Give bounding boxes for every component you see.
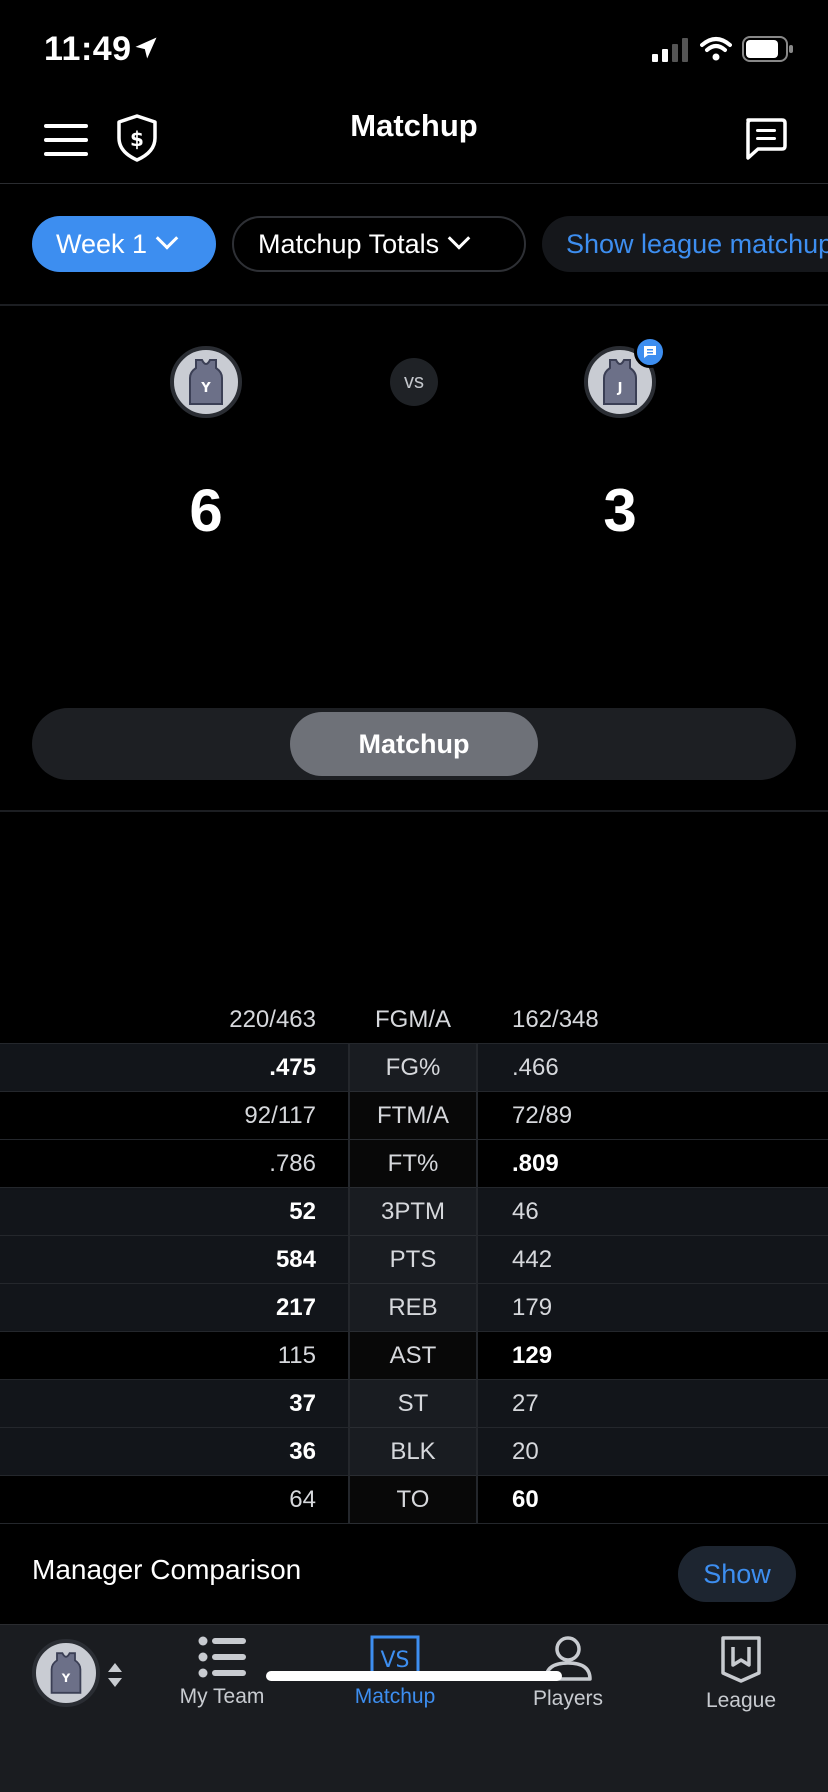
vs-badge: vs	[390, 358, 438, 406]
nav-label: My Team	[179, 1685, 265, 1708]
stat-category: BLK	[348, 1428, 478, 1476]
stat-category: ST	[348, 1380, 478, 1428]
stat-category: FTM/A	[348, 1092, 478, 1140]
stat-row: 92/117 FTM/A 72/89	[0, 1092, 828, 1140]
stat-right-value: .466	[512, 1054, 559, 1081]
manager-comparison: Manager Comparison Show	[0, 1524, 828, 1624]
nav-players[interactable]: Players	[503, 1635, 633, 1735]
stat-right-value: 162/348	[512, 1006, 599, 1033]
stat-right-value: 20	[512, 1438, 539, 1465]
stat-row: 64 TO 60	[0, 1476, 828, 1524]
home-indicator	[266, 1671, 562, 1681]
stat-right-value: 46	[512, 1198, 539, 1225]
stat-right-value: 179	[512, 1294, 553, 1321]
stat-left-value: .475	[269, 1054, 316, 1081]
svg-text:Y: Y	[61, 1671, 71, 1685]
stat-left-value: .786	[269, 1150, 316, 1177]
stat-row: 36 BLK 20	[0, 1428, 828, 1476]
stat-right-value: .809	[512, 1150, 559, 1177]
stat-category: FGM/A	[375, 1006, 451, 1033]
stat-left-value: 584	[275, 1246, 316, 1273]
stat-category: 3PTM	[348, 1188, 478, 1236]
stat-left-value: 115	[277, 1342, 316, 1369]
nav-label: League	[705, 1689, 777, 1712]
top-header: $ Matchup	[0, 100, 828, 184]
stat-row: .475 FG% .466	[0, 1044, 828, 1092]
league-label: Show league matchups	[566, 228, 828, 259]
svg-text:Y: Y	[200, 381, 211, 396]
stat-left-value: 220/463	[229, 1006, 316, 1033]
chat-icon[interactable]	[742, 116, 788, 162]
stat-row: 220/463 FGM/A 162/348	[0, 996, 828, 1044]
stat-category: REB	[348, 1284, 478, 1332]
stat-right-value: 129	[512, 1342, 553, 1369]
stat-left-value: 92/117	[244, 1102, 316, 1129]
scoreboard: Y vs J 6 3 Matchup	[0, 306, 828, 812]
show-league-matchups-button[interactable]: Show league matchups	[542, 216, 828, 272]
week-label: Week 1	[56, 228, 148, 259]
manager-comparison-label: Manager Comparison	[32, 1554, 302, 1585]
nav-league[interactable]: League	[676, 1635, 806, 1735]
stat-row: 52 3PTM 46	[0, 1188, 828, 1236]
page-title: Matchup	[350, 108, 478, 143]
jersey-icon: J	[603, 359, 637, 405]
stat-left-value: 64	[289, 1486, 316, 1513]
stat-category: FT%	[348, 1140, 478, 1188]
nav-my-team[interactable]: My Team	[157, 1635, 287, 1735]
stat-category: FG%	[348, 1044, 478, 1092]
stat-category: AST	[348, 1332, 478, 1380]
team-avatar-left[interactable]: Y	[170, 346, 242, 418]
stat-right-value: 72/89	[512, 1102, 573, 1129]
stat-right-value: 27	[512, 1390, 539, 1417]
stat-left-value: 217	[275, 1294, 316, 1321]
nav-label: Matchup	[354, 1685, 436, 1708]
stat-category: PTS	[348, 1236, 478, 1284]
team-switcher[interactable]: Y	[32, 1639, 128, 1711]
stat-left-value: 52	[289, 1198, 316, 1225]
sort-arrows-icon	[108, 1663, 122, 1687]
stat-row: .786 FT% .809	[0, 1140, 828, 1188]
stat-category: TO	[348, 1476, 478, 1524]
jersey-icon: Y	[50, 1652, 82, 1694]
svg-text:VS: VS	[380, 1648, 409, 1673]
stat-right-value: 442	[512, 1246, 553, 1273]
bottom-nav: Y My Team VS Matchup Players League	[0, 1624, 828, 1792]
filter-bar: Week 1 Matchup Totals Show league matchu…	[0, 184, 828, 306]
chevron-down-icon	[447, 227, 471, 250]
stat-row: 37 ST 27	[0, 1380, 828, 1428]
week-selector[interactable]: Week 1	[32, 216, 216, 272]
left-team-score: 6	[189, 477, 223, 544]
status-time: 11:49	[44, 30, 132, 68]
stat-left-value: 36	[289, 1438, 316, 1465]
show-button[interactable]: Show	[678, 1546, 796, 1602]
battery-icon	[742, 36, 793, 62]
stat-left-value: 37	[289, 1390, 316, 1417]
segment-matchup[interactable]: Matchup	[290, 712, 538, 776]
location-arrow-icon	[135, 37, 157, 59]
message-badge-icon[interactable]	[634, 336, 666, 368]
totals-label: Matchup Totals	[258, 228, 440, 259]
matchup-totals-selector[interactable]: Matchup Totals	[232, 216, 526, 272]
list-icon	[198, 1636, 246, 1678]
jersey-icon: Y	[189, 359, 223, 405]
nav-matchup[interactable]: VS Matchup	[330, 1635, 460, 1735]
view-segmented-control: Matchup	[32, 708, 796, 780]
stat-row: 217 REB 179	[0, 1284, 828, 1332]
team-avatar: Y	[32, 1639, 100, 1707]
stat-right-value: 60	[512, 1486, 539, 1513]
stats-table: 220/463 FGM/A 162/348 .475 FG% .466 92/1…	[0, 996, 828, 1524]
chevron-down-icon	[155, 227, 179, 250]
right-team-score: 3	[603, 477, 637, 544]
cellular-signal-icon	[652, 38, 688, 62]
bookmark-icon	[721, 1636, 761, 1683]
stat-row: 584 PTS 442	[0, 1236, 828, 1284]
svg-text:J: J	[617, 381, 623, 396]
stat-row: 115 AST 129	[0, 1332, 828, 1380]
nav-label: Players	[532, 1687, 604, 1710]
status-bar: 11:49	[0, 0, 828, 100]
wifi-icon	[700, 37, 732, 61]
